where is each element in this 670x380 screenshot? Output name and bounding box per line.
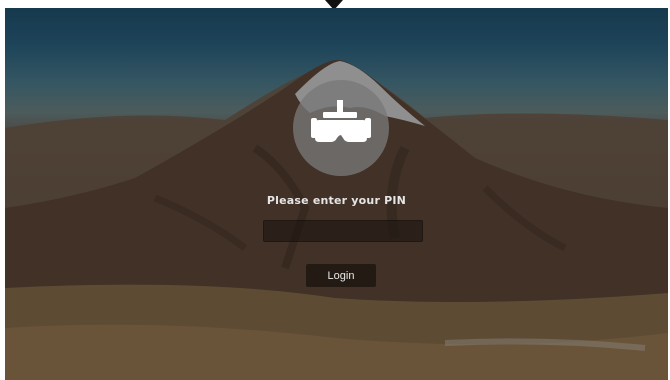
vr-headset-icon [311, 100, 371, 142]
pin-input[interactable] [263, 220, 423, 242]
window-frame: Please enter your PIN Login [0, 0, 670, 380]
lock-screen: Please enter your PIN Login [5, 8, 668, 380]
user-avatar [293, 80, 389, 176]
pin-prompt-label: Please enter your PIN [266, 194, 407, 207]
login-button[interactable]: Login [306, 264, 376, 287]
